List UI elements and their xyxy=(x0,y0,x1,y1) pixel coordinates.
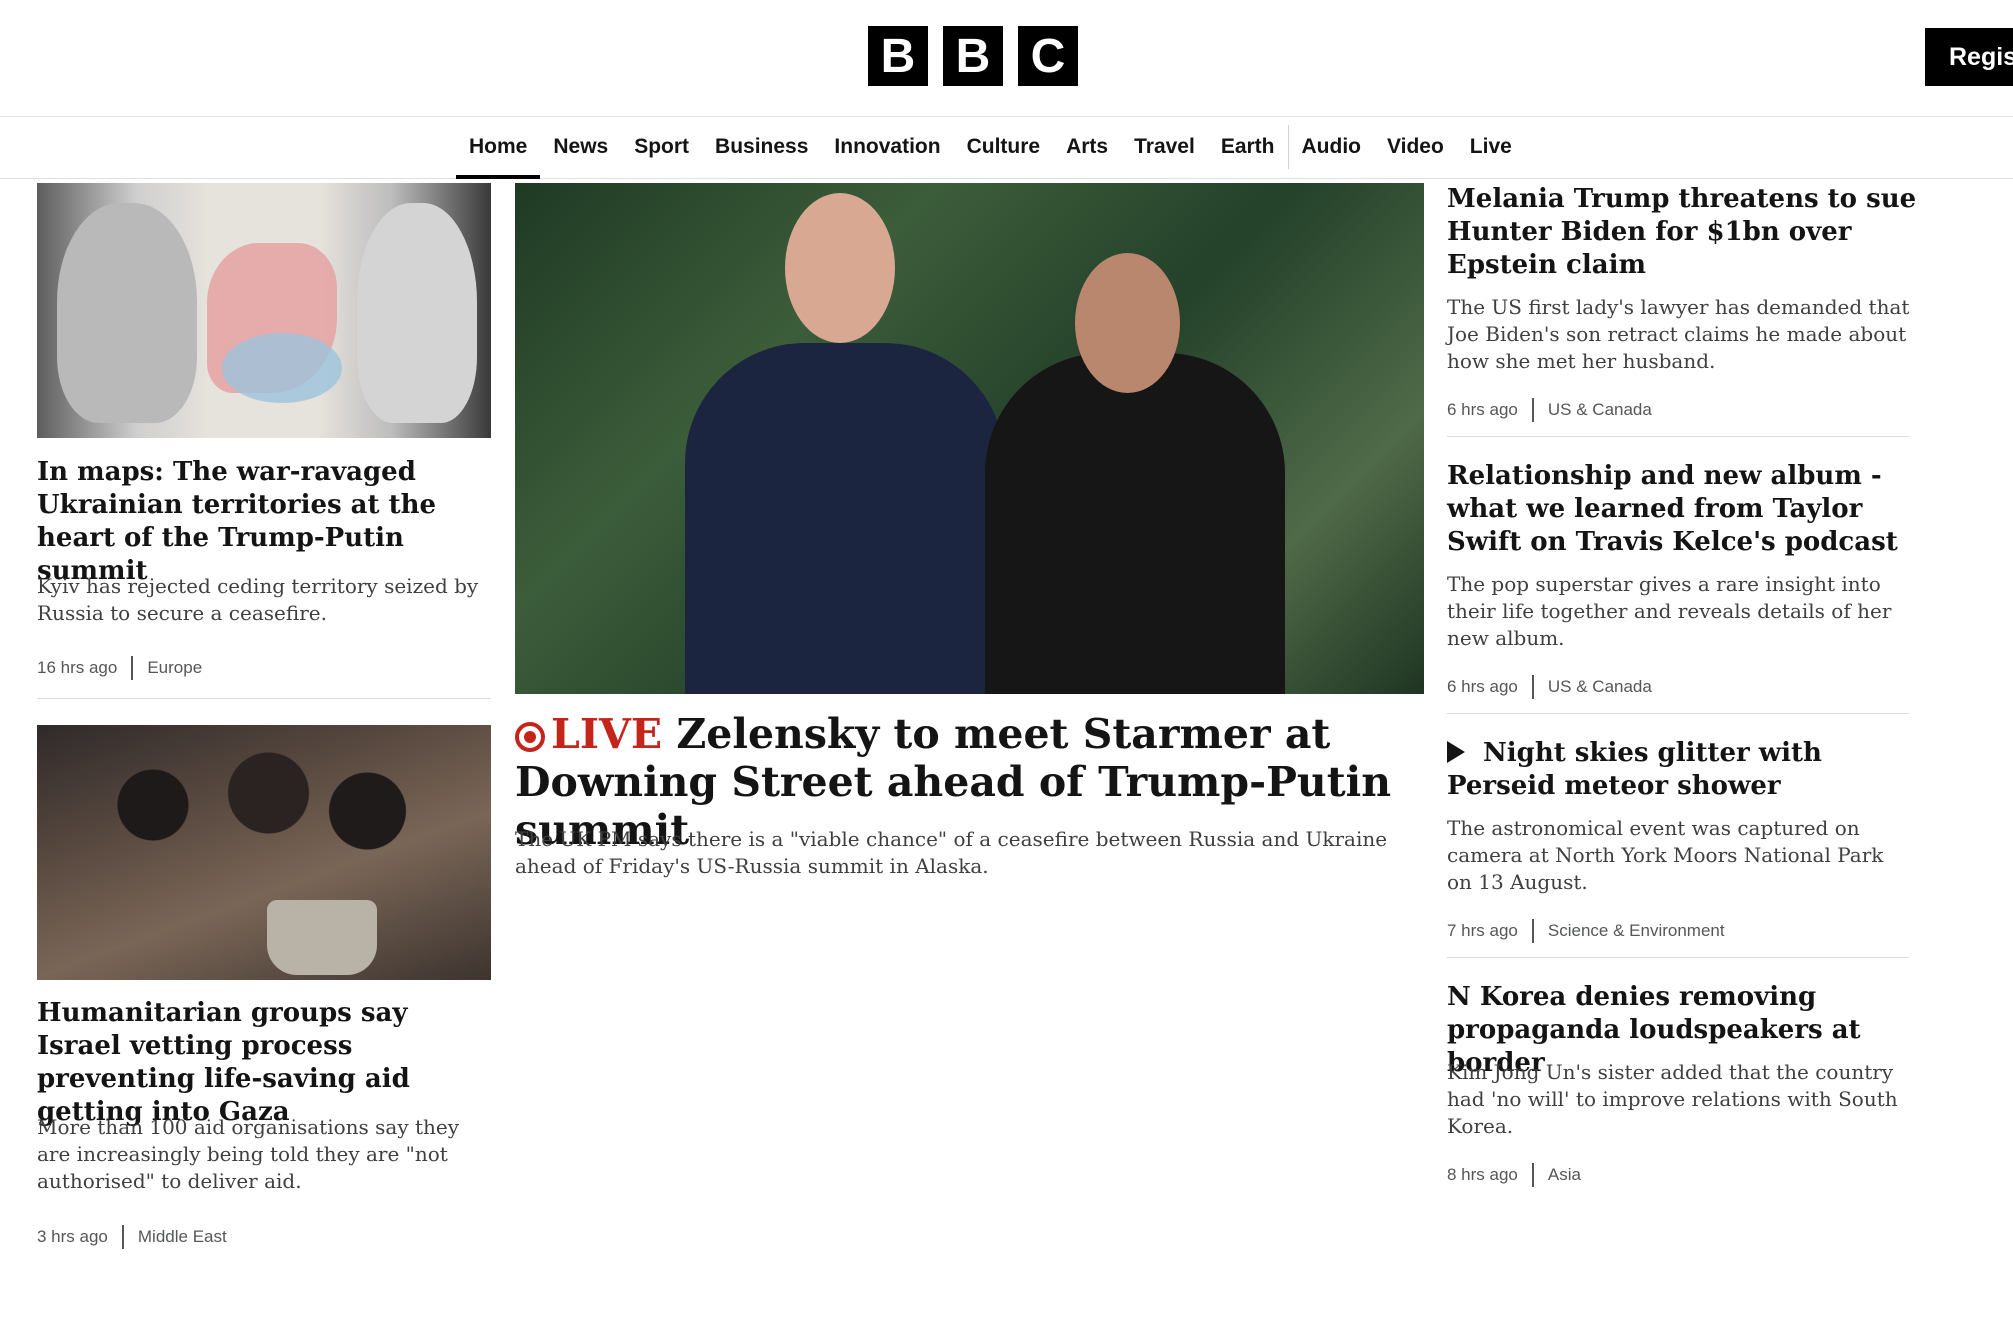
story-timestamp: 16 hrs ago xyxy=(37,658,118,677)
story-headline[interactable]: Humanitarian groups say Israel vetting p… xyxy=(37,997,487,1129)
meta-divider xyxy=(1531,675,1534,699)
meta-divider xyxy=(1531,919,1534,943)
nav-item-news[interactable]: News xyxy=(540,116,621,178)
story-image-ukraine-maps[interactable] xyxy=(37,183,491,438)
story-section-link[interactable]: Europe xyxy=(147,658,202,678)
logo-letter-b2: B xyxy=(943,26,1003,86)
live-label: LIVE xyxy=(551,710,663,758)
story-summary: More than 100 aid organisations say they… xyxy=(37,1115,460,1193)
story-headline-text[interactable]: Night skies glitter with Perseid meteor … xyxy=(1447,738,1822,801)
story-timestamp: 8 hrs ago xyxy=(1447,1165,1518,1184)
nav-item-culture[interactable]: Culture xyxy=(954,116,1054,178)
story-section-link[interactable]: US & Canada xyxy=(1548,677,1652,697)
story-meta: 6 hrs ago US & Canada xyxy=(1447,675,1652,699)
story-divider xyxy=(1447,957,1909,958)
story-image-gaza-aid[interactable] xyxy=(37,725,491,980)
story-section-link[interactable]: Asia xyxy=(1548,1165,1581,1185)
story-meta: 8 hrs ago Asia xyxy=(1447,1163,1581,1187)
story-summary: Kim Jong Un's sister added that the coun… xyxy=(1447,1060,1898,1138)
bbc-logo[interactable]: B B C xyxy=(868,26,1078,86)
main-nav: Home News Sport Business Innovation Cult… xyxy=(0,116,2013,179)
live-dot-icon xyxy=(515,722,545,752)
meta-divider xyxy=(1531,398,1534,422)
meta-divider xyxy=(121,1225,124,1249)
story-divider xyxy=(1447,713,1909,714)
register-button[interactable]: Regist xyxy=(1925,28,2013,86)
story-headline[interactable]: Melania Trump threatens to sue Hunter Bi… xyxy=(1447,183,1917,282)
story-headline[interactable]: In maps: The war-ravaged Ukrainian terri… xyxy=(37,456,497,588)
story-summary: The pop superstar gives a rare insight i… xyxy=(1447,572,1892,650)
story-divider xyxy=(37,698,491,699)
meta-divider xyxy=(131,656,134,680)
masthead: B B C Regist xyxy=(0,0,2013,117)
story-timestamp: 6 hrs ago xyxy=(1447,677,1518,696)
meta-divider xyxy=(1531,1163,1534,1187)
story-meta: 6 hrs ago US & Canada xyxy=(1447,398,1652,422)
nav-item-sport[interactable]: Sport xyxy=(621,116,702,178)
nav-item-business[interactable]: Business xyxy=(702,116,821,178)
nav-item-travel[interactable]: Travel xyxy=(1121,116,1208,178)
hero-summary: The UK PM says there is a "viable chance… xyxy=(515,827,1388,878)
story-timestamp: 7 hrs ago xyxy=(1447,921,1518,940)
nav-item-audio[interactable]: Audio xyxy=(1289,116,1374,178)
story-section-link[interactable]: Middle East xyxy=(138,1227,227,1247)
nav-item-earth[interactable]: Earth xyxy=(1208,116,1288,178)
story-summary: The US first lady's lawyer has demanded … xyxy=(1447,295,1910,373)
story-summary: Kyiv has rejected ceding territory seize… xyxy=(37,574,479,625)
story-section-link[interactable]: US & Canada xyxy=(1548,400,1652,420)
story-meta: 3 hrs ago Middle East xyxy=(37,1225,227,1249)
story-summary: The astronomical event was captured on c… xyxy=(1447,816,1884,894)
logo-letter-c: C xyxy=(1018,26,1078,86)
story-meta: 7 hrs ago Science & Environment xyxy=(1447,919,1725,943)
live-badge: LIVE xyxy=(515,710,662,758)
nav-item-video[interactable]: Video xyxy=(1374,116,1457,178)
story-meta: 16 hrs ago Europe xyxy=(37,656,202,680)
story-timestamp: 6 hrs ago xyxy=(1447,400,1518,419)
story-timestamp: 3 hrs ago xyxy=(37,1227,108,1246)
story-section-link[interactable]: Science & Environment xyxy=(1548,921,1725,941)
story-headline-video[interactable]: Night skies glitter with Perseid meteor … xyxy=(1447,737,1917,803)
story-divider xyxy=(1447,436,1909,437)
logo-letter-b1: B xyxy=(868,26,928,86)
nav-item-live[interactable]: Live xyxy=(1457,116,1525,178)
hero-image[interactable] xyxy=(515,183,1424,694)
nav-item-arts[interactable]: Arts xyxy=(1053,116,1121,178)
nav-item-home[interactable]: Home xyxy=(456,116,541,179)
nav-item-innovation[interactable]: Innovation xyxy=(821,116,953,178)
story-headline[interactable]: Relationship and new album - what we lea… xyxy=(1447,460,1917,559)
play-icon xyxy=(1447,741,1465,763)
